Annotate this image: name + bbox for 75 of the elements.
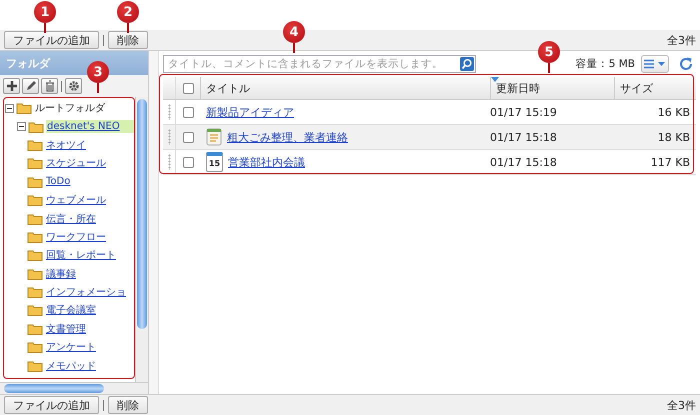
file-link[interactable]: 新製品アイディア [206, 104, 294, 120]
checkbox[interactable] [182, 132, 194, 142]
checkbox[interactable] [182, 82, 194, 94]
drag-handle[interactable] [168, 129, 170, 145]
column-header[interactable]: タイトル [200, 77, 490, 99]
folder-icon [27, 138, 43, 151]
add-file-button[interactable]: ファイルの追加 [4, 31, 99, 49]
folder-item[interactable]: メモパッド [45, 358, 97, 374]
folder-item[interactable]: 文書管理 [45, 320, 87, 337]
file-link[interactable]: 粗大ごみ整理、業者連絡 [227, 130, 348, 144]
folder-icon [16, 102, 32, 114]
drag-handle[interactable] [168, 104, 170, 120]
collapse-icon[interactable] [5, 104, 14, 113]
table-cell-text: 16 KB [656, 104, 691, 120]
folder-icon [27, 268, 43, 280]
scrollbar[interactable] [0, 382, 148, 394]
folder-icon [27, 230, 43, 243]
folder-item[interactable]: インフォメーショ [45, 284, 127, 300]
folder-icon [27, 212, 43, 225]
folder-item[interactable]: 伝言・所在 [45, 210, 97, 227]
folder-icon [27, 176, 43, 188]
callout-badge: 2 [117, 1, 139, 23]
folder-item[interactable]: ウェブメール [45, 192, 107, 208]
checkbox[interactable] [182, 106, 194, 118]
callout-badge: 5 [538, 41, 560, 63]
folder-item[interactable]: desknet's NEO [46, 120, 135, 134]
sort-icon[interactable] [491, 77, 499, 82]
table-cell-text: 01/17 15:19 [489, 104, 558, 120]
checkbox[interactable] [182, 156, 194, 168]
plus-icon[interactable] [3, 78, 20, 94]
folder-icon [27, 157, 43, 170]
capacity-label: 容量：5 MB [576, 57, 635, 71]
folder-icon [27, 322, 43, 335]
collapse-icon[interactable] [17, 122, 26, 132]
table-cell-text: 01/17 15:18 [489, 154, 558, 170]
refresh-icon[interactable] [678, 56, 694, 72]
search-field[interactable]: タイトル、コメントに含まれるファイルを表示します。 [163, 55, 476, 73]
folder-icon [27, 286, 43, 298]
delete-button[interactable]: 削除 [108, 396, 148, 414]
callout-badge: 4 [283, 21, 305, 43]
view-menu-icon[interactable] [641, 55, 669, 73]
scrollbar[interactable] [135, 97, 148, 382]
file-count: 全3件 [667, 32, 696, 48]
folder-item[interactable]: ネオツイ [45, 136, 87, 153]
trash-icon[interactable] [41, 78, 58, 94]
search-icon[interactable] [460, 57, 474, 71]
delete-button[interactable]: 削除 [108, 31, 148, 49]
folder-item[interactable]: ルートフォルダ [34, 100, 106, 116]
folder-icon [27, 360, 43, 372]
file-link[interactable]: 営業部社内会議 [228, 154, 305, 170]
folder-item[interactable]: ワークフロー [45, 228, 107, 245]
folder-icon [28, 120, 44, 133]
column-header[interactable]: 更新日時 [490, 77, 614, 99]
pencil-icon[interactable] [22, 78, 39, 94]
folder-item[interactable]: スケジュール [45, 155, 107, 172]
folder-item[interactable]: 回覧・レポート [45, 247, 117, 264]
callout-badge: 1 [34, 1, 56, 23]
folder-icon [27, 249, 43, 262]
add-file-button[interactable]: ファイルの追加 [4, 396, 99, 414]
calendar-icon: 15 [206, 152, 223, 172]
file-count: 全3件 [667, 398, 696, 412]
folder-icon [27, 194, 43, 206]
folder-icon [27, 304, 43, 316]
table-cell-text: 18 KB [656, 130, 691, 146]
folder-item[interactable]: 議事録 [45, 266, 77, 282]
folder-item[interactable]: ToDo [45, 175, 72, 188]
folder-icon [27, 341, 43, 354]
table-cell-text: 117 KB [650, 154, 691, 170]
gear-icon[interactable] [65, 78, 82, 94]
folder-item[interactable]: 電子会議室 [45, 302, 97, 318]
drag-handle[interactable] [168, 154, 170, 170]
table-cell-text: 01/17 15:18 [489, 130, 558, 146]
memo-icon [206, 128, 222, 146]
folder-item[interactable]: アンケート [45, 339, 97, 356]
column-header[interactable]: サイズ [614, 77, 696, 99]
